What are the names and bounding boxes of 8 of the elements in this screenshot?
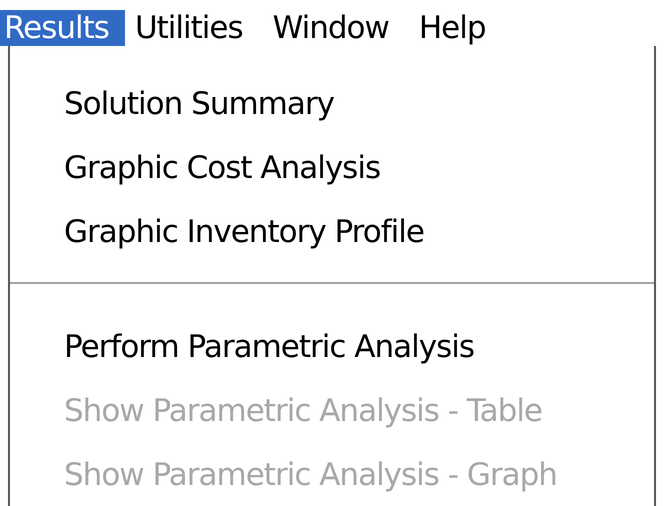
- menu-bar-item[interactable]: Help: [414, 10, 502, 46]
- menu-bar-item[interactable]: Utilities: [130, 10, 259, 46]
- menu-item[interactable]: Graphic Cost Analysis: [10, 136, 654, 200]
- menu-item[interactable]: Solution Summary: [10, 72, 654, 136]
- menu-bar-item[interactable]: Window: [268, 10, 405, 46]
- menu-item[interactable]: Graphic Inventory Profile: [10, 200, 654, 264]
- menu-item[interactable]: Perform Parametric Analysis: [10, 315, 654, 379]
- menu-bar-item[interactable]: Results: [0, 10, 125, 46]
